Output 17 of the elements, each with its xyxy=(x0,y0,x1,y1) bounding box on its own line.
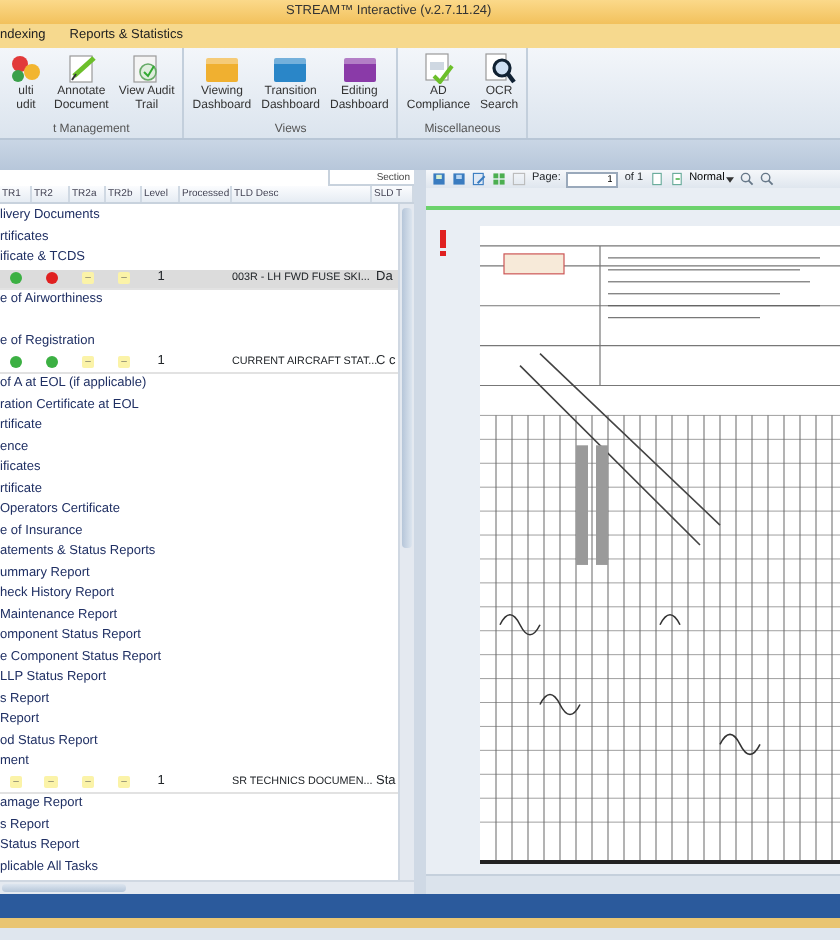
scrollbar[interactable] xyxy=(398,204,414,880)
grid-icon[interactable] xyxy=(492,172,506,186)
document-check-icon xyxy=(420,52,457,84)
page-icon[interactable] xyxy=(649,172,664,186)
zoom-out-icon[interactable] xyxy=(760,172,775,186)
edit-icon[interactable] xyxy=(472,172,486,186)
document-pen-icon xyxy=(63,52,100,84)
save-icon[interactable] xyxy=(432,172,446,186)
search-icon xyxy=(481,52,518,84)
page-icon[interactable] xyxy=(669,172,684,186)
save-icon[interactable] xyxy=(452,172,466,186)
grid-icon[interactable] xyxy=(512,172,526,186)
scrollbar[interactable] xyxy=(0,880,414,894)
caret-icon xyxy=(726,175,735,183)
search-field[interactable] xyxy=(0,170,330,186)
zoom-in-icon[interactable] xyxy=(740,172,755,186)
circles-icon xyxy=(8,52,44,84)
